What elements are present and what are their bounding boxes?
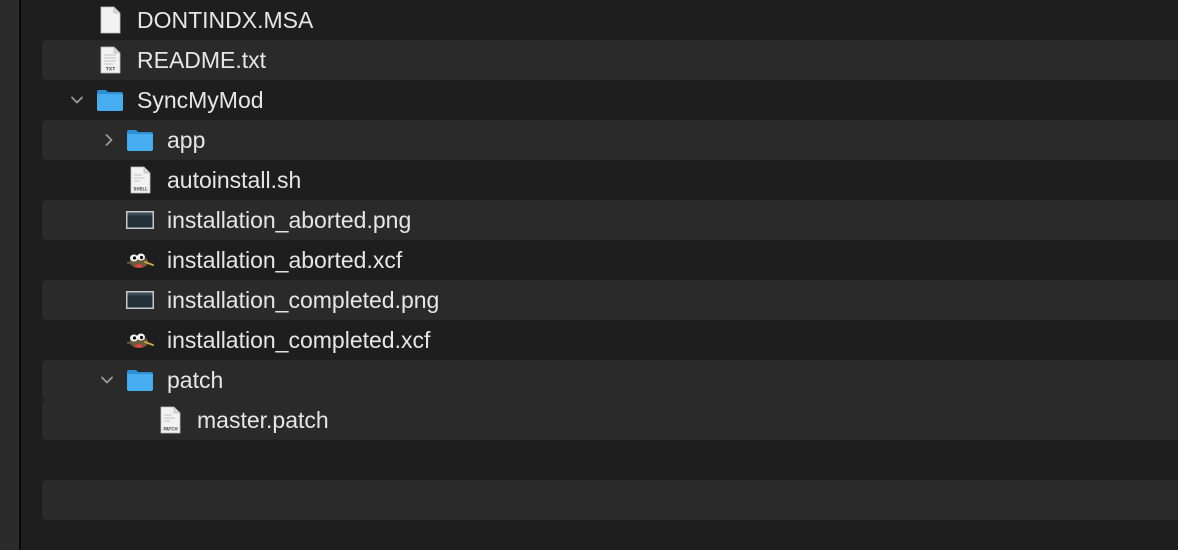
folder-icon — [95, 85, 125, 115]
patch-file-icon: PATCH — [155, 405, 185, 435]
file-row-installation-aborted-xcf[interactable]: installation_aborted.xcf — [42, 240, 1178, 280]
finder-window: DONTINDX.MSA TXT README.txt SyncMyMod ap… — [0, 0, 1178, 550]
file-row-dontindx-msa[interactable]: DONTINDX.MSA — [42, 0, 1178, 40]
folder-name: app — [167, 127, 206, 153]
empty-row — [42, 440, 1178, 480]
png-image-icon — [125, 205, 155, 235]
file-row-autoinstall-sh[interactable]: SHELL autoinstall.sh — [42, 160, 1178, 200]
file-row-installation-aborted-png[interactable]: installation_aborted.png — [42, 200, 1178, 240]
file-list: DONTINDX.MSA TXT README.txt SyncMyMod ap… — [21, 0, 1178, 550]
file-name: autoinstall.sh — [167, 167, 302, 193]
file-name: DONTINDX.MSA — [137, 7, 314, 33]
document-icon — [95, 5, 125, 35]
folder-icon — [125, 365, 155, 395]
file-name: master.patch — [197, 407, 329, 433]
file-name: installation_completed.png — [167, 287, 440, 313]
folder-icon — [125, 125, 155, 155]
file-row-readme-txt[interactable]: TXT README.txt — [42, 40, 1178, 80]
empty-row — [42, 480, 1178, 520]
badge-text: SHELL — [133, 187, 148, 192]
file-row-installation-completed-png[interactable]: installation_completed.png — [42, 280, 1178, 320]
folder-name: patch — [167, 367, 224, 393]
file-name: installation_aborted.png — [167, 207, 412, 233]
folder-row-app[interactable]: app — [42, 120, 1178, 160]
folder-row-syncmymod[interactable]: SyncMyMod — [42, 80, 1178, 120]
shell-script-icon: SHELL — [125, 165, 155, 195]
chevron-right-icon[interactable] — [101, 132, 117, 148]
file-name: installation_aborted.xcf — [167, 247, 403, 273]
gimp-file-icon — [125, 245, 155, 275]
folder-name: SyncMyMod — [137, 87, 264, 113]
file-row-installation-completed-xcf[interactable]: installation_completed.xcf — [42, 320, 1178, 360]
file-name: installation_completed.xcf — [167, 327, 431, 353]
folder-row-patch[interactable]: patch — [42, 360, 1178, 400]
file-name: README.txt — [137, 47, 267, 73]
sidebar-edge — [0, 0, 19, 550]
text-document-icon: TXT — [95, 45, 125, 75]
chevron-down-icon[interactable] — [69, 92, 85, 108]
file-row-master-patch[interactable]: PATCH master.patch — [42, 400, 1178, 440]
chevron-down-icon[interactable] — [99, 372, 115, 388]
badge-text: TXT — [106, 67, 117, 73]
badge-text: PATCH — [163, 427, 177, 432]
gimp-file-icon — [125, 325, 155, 355]
png-image-icon — [125, 285, 155, 315]
